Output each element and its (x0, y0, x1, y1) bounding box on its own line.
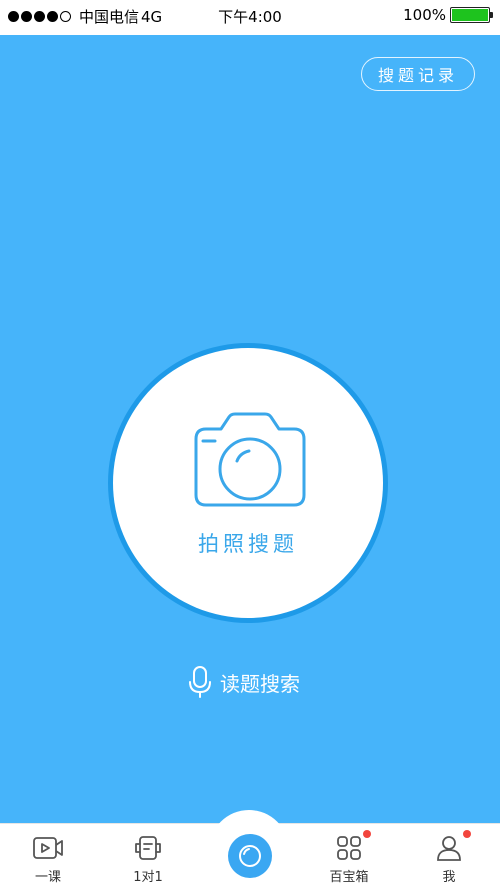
battery-percent: 100% (403, 6, 446, 24)
tab-toolbox[interactable]: 百宝箱 (309, 824, 389, 889)
microphone-icon (189, 666, 211, 698)
tab-one-on-one[interactable]: 1对1 (108, 824, 188, 889)
tab-camera-button[interactable] (228, 834, 272, 878)
tab-lesson-label: 一课 (34, 870, 61, 885)
notification-badge (363, 830, 371, 838)
user-icon (437, 836, 461, 861)
tab-lesson[interactable]: 一课 (8, 824, 88, 889)
voice-search-button[interactable]: 读题搜索 (188, 665, 300, 699)
battery-status: 100% (403, 6, 493, 24)
notification-badge (463, 830, 471, 838)
video-lesson-icon (33, 837, 63, 859)
tab-me-label: 我 (442, 870, 456, 885)
grid-icon (337, 836, 361, 860)
camera-icon (194, 412, 306, 507)
camera-shutter-icon (239, 845, 261, 867)
tab-toolbox-label: 百宝箱 (329, 870, 369, 885)
tab-one-on-one-label: 1对1 (133, 870, 163, 885)
voice-search-label: 读题搜索 (220, 671, 300, 696)
battery-icon (450, 7, 493, 23)
tab-me[interactable]: 我 (409, 824, 489, 889)
photo-search-circle[interactable]: 拍照搜题 (113, 348, 383, 618)
search-history-button[interactable]: 搜题记录 (361, 57, 475, 91)
search-main-area: 搜题记录 拍照搜题 读题搜索 (0, 35, 500, 823)
photo-search-label: 拍照搜题 (198, 532, 298, 556)
status-bar: 中国电信 4G 下午4:00 100% (0, 0, 500, 35)
tutor-icon (135, 836, 161, 860)
bottom-tab-bar: 一课 1对1 百宝箱 我 (0, 810, 500, 889)
photo-search-button[interactable]: 拍照搜题 (108, 343, 388, 623)
